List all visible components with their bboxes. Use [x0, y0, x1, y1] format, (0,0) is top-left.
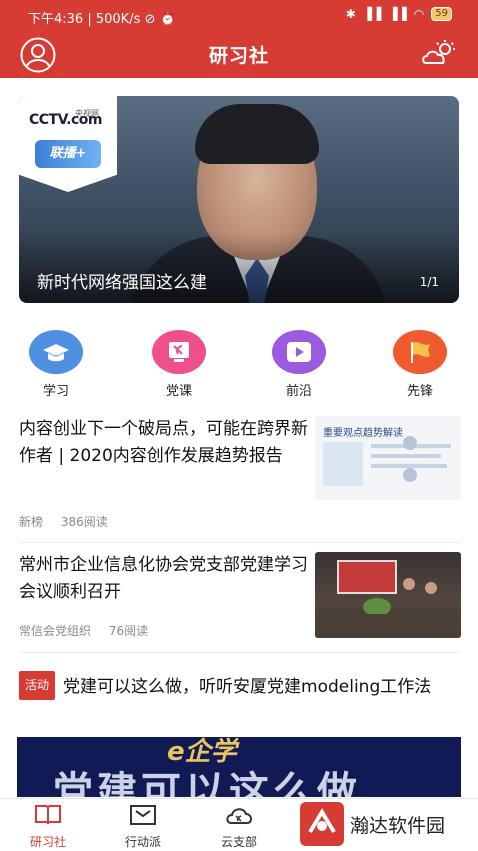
- cctv-logo: CCTV.com 央视网 联播+: [19, 96, 117, 192]
- bluetooth-icon: ✱: [345, 7, 356, 21]
- party-emblem-icon: [152, 330, 206, 374]
- site-watermark: 瀚达软件园: [300, 802, 460, 846]
- promo-headline: 党建可以这么做: [53, 769, 361, 797]
- weather-button[interactable]: [420, 39, 458, 69]
- status-right: ✱ ▐▐ ▐▐ ◠ 59: [346, 7, 452, 21]
- article-title: 内容创业下一个破局点，可能在跨界新作者 | 2020内容创作发展趋势报告: [19, 419, 308, 466]
- network-speed: 500K/s: [95, 12, 141, 27]
- status-bar: 下午4:36 | 500K/s ⊘ ⏰ ✱ ▐▐ ▐▐ ◠ 59: [0, 0, 478, 30]
- quick-nav-pioneer[interactable]: 先锋: [385, 330, 455, 399]
- activity-tag: 活动: [19, 671, 56, 700]
- article-item[interactable]: 常州市企业信息化协会党支部党建学习会议顺利召开 常信会党组织 76阅读: [19, 552, 461, 644]
- article-source: 新榜: [19, 515, 44, 529]
- news-banner[interactable]: CCTV.com 央视网 联播+ 新时代网络强国这么建 1/1: [19, 96, 459, 303]
- article-reads: 386阅读: [60, 515, 108, 529]
- activity-banner[interactable]: e企学 党建可以这么做: [17, 737, 461, 797]
- quick-nav: 学习 党课 前沿 先锋: [0, 330, 478, 400]
- quick-nav-party-class[interactable]: 党课: [144, 330, 214, 399]
- cloud-party-icon: [226, 808, 252, 824]
- video-play-icon: [272, 330, 326, 374]
- battery-icon: 59: [431, 7, 452, 21]
- tab-yanxishe[interactable]: 研习社: [13, 803, 83, 850]
- tab-xingdongpai[interactable]: 行动派: [108, 803, 178, 850]
- divider: [19, 542, 461, 543]
- article-item[interactable]: 内容创业下一个破局点，可能在跨界新作者 | 2020内容创作发展趋势报告 新榜 …: [19, 416, 461, 536]
- status-left: 下午4:36 | 500K/s ⊘ ⏰: [28, 12, 176, 27]
- article-meta: 新榜 386阅读: [19, 513, 108, 530]
- banner-pager: 1/1: [419, 275, 439, 289]
- app-header: 研习社: [0, 30, 478, 78]
- quick-nav-study[interactable]: 学习: [21, 330, 91, 399]
- quick-nav-frontier[interactable]: 前沿: [264, 330, 334, 399]
- book-icon: [35, 805, 61, 825]
- article-thumbnail: [315, 552, 461, 638]
- article-title: 活动 党建可以这么做，听听安厦党建modeling工作法: [19, 671, 461, 701]
- status-time: 下午4:36: [28, 12, 84, 27]
- signal-icon: ▐▐: [362, 7, 382, 21]
- mute-icon: ⊘: [144, 12, 156, 27]
- flag-icon: [393, 330, 447, 374]
- article-title: 常州市企业信息化协会党支部党建学习会议顺利召开: [19, 555, 308, 602]
- action-icon: [130, 805, 156, 825]
- graduation-cap-icon: [29, 330, 83, 374]
- wifi-icon: ◠: [413, 7, 425, 21]
- article-meta: 常信会党组织 76阅读: [19, 622, 148, 639]
- article-source: 常信会党组织: [19, 624, 92, 638]
- article-item[interactable]: 活动 党建可以这么做，听听安厦党建modeling工作法: [19, 671, 461, 731]
- watermark-text: 瀚达软件园: [350, 815, 446, 837]
- article-reads: 76阅读: [108, 624, 149, 638]
- divider: [19, 652, 461, 653]
- page-title: 研习社: [208, 45, 269, 67]
- tab-yunzhibu[interactable]: 云支部: [204, 803, 274, 850]
- weather-cloud-sun-icon: [422, 40, 455, 64]
- banner-caption: 新时代网络强国这么建: [37, 273, 207, 293]
- watermark-logo: [300, 802, 344, 846]
- alarm-icon: ⏰: [159, 12, 176, 27]
- program-logo: 联播+: [35, 140, 101, 168]
- signal-icon-2: ▐▐: [388, 7, 407, 21]
- article-thumbnail: 重要观点趋势解读: [315, 416, 461, 500]
